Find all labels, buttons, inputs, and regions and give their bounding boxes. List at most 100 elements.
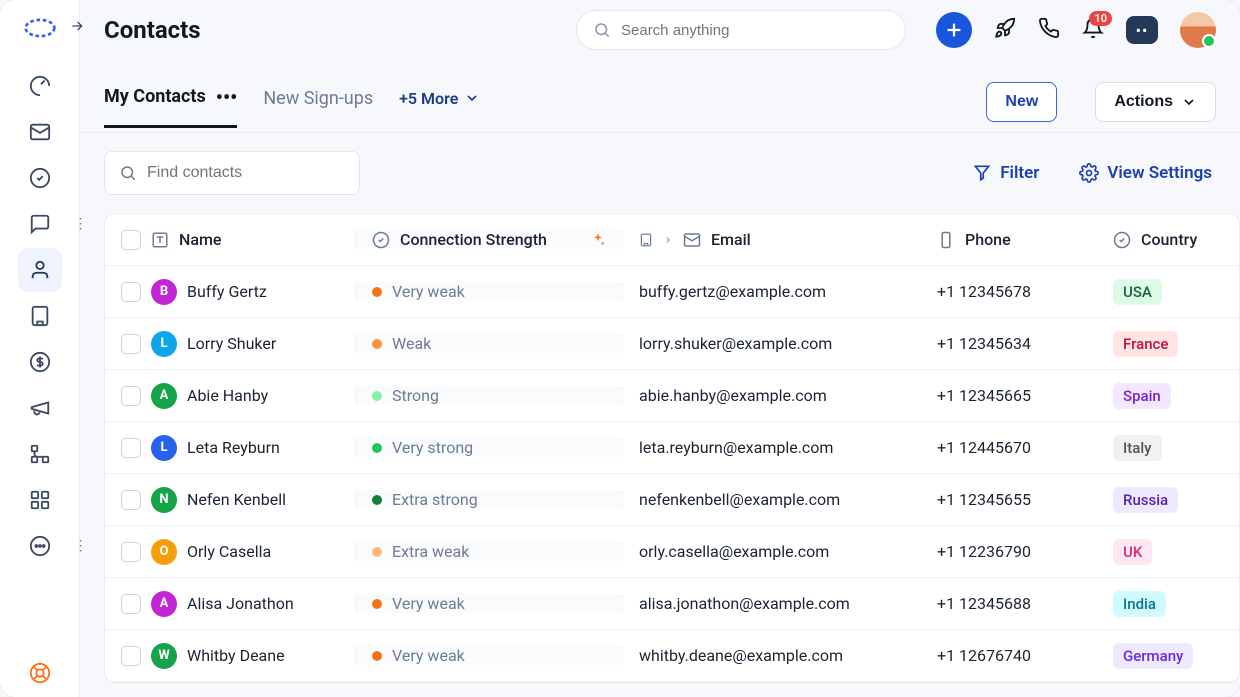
country-badge: Italy [1113,435,1162,461]
cell-name: W Whitby Deane [105,643,355,669]
quick-add-button[interactable] [936,12,972,48]
nav-campaigns[interactable] [18,386,62,430]
table-row[interactable]: O Orly Casella Extra weak orly.casella@e… [105,526,1239,578]
nav-conversations[interactable]: ⋮ [18,202,62,246]
cell-phone: +1 12345634 [921,334,1097,353]
collapse-sidebar-icon[interactable] [69,18,89,38]
table-row[interactable]: L Leta Reyburn Very strong leta.reyburn@… [105,422,1239,474]
find-contacts-box[interactable] [104,151,360,195]
strength-label: Very strong [392,438,473,457]
nav-contacts[interactable] [18,248,62,292]
country-badge: India [1113,591,1166,617]
row-checkbox[interactable] [121,490,141,510]
cell-strength: Extra strong [355,490,623,509]
global-search-input[interactable] [621,22,889,39]
select-all-checkbox[interactable] [121,230,141,250]
cell-strength: Weak [355,334,623,353]
strength-label: Weak [392,334,431,353]
find-contacts-input[interactable] [147,164,354,182]
table-row[interactable]: W Whitby Deane Very weak whitby.deane@ex… [105,630,1239,682]
text-field-icon [151,231,169,249]
checkcircle-icon [1113,231,1131,249]
contact-avatar: L [151,331,177,357]
nav-deals[interactable] [18,340,62,384]
col-strength[interactable]: Connection Strength [355,230,623,249]
col-name[interactable]: Name [105,230,355,250]
col-email[interactable]: Email [623,230,921,249]
cell-name: A Alisa Jonathon [105,591,355,617]
contact-avatar: W [151,643,177,669]
contact-name: Whitby Deane [187,646,285,665]
cell-strength: Very strong [355,438,623,457]
tab-more-label: +5 More [399,89,458,108]
topbar: Contacts 10 •• [80,0,1240,60]
col-phone[interactable]: Phone [921,230,1097,249]
row-checkbox[interactable] [121,594,141,614]
cell-strength: Very weak [355,282,623,301]
contact-name: Abie Hanby [187,386,268,405]
global-search[interactable] [576,10,906,50]
launch-icon[interactable] [994,17,1016,43]
row-checkbox[interactable] [121,334,141,354]
chevron-down-icon [464,90,480,106]
cell-email: orly.casella@example.com [623,542,921,561]
cell-phone: +1 12345688 [921,594,1097,613]
table-toolbar: Filter View Settings [80,133,1240,213]
contact-avatar: O [151,539,177,565]
table-row[interactable]: A Alisa Jonathon Very weak alisa.jonatho… [105,578,1239,630]
nav-apps[interactable] [18,478,62,522]
strength-label: Very weak [392,282,465,301]
contact-avatar: B [151,279,177,305]
table-row[interactable]: N Nefen Kenbell Extra strong nefenkenbel… [105,474,1239,526]
cell-country: Spain [1097,383,1239,409]
tab-menu-icon[interactable]: ••• [216,87,238,107]
cell-country: UK [1097,539,1239,565]
cell-strength: Strong [355,386,623,405]
notifications-button[interactable]: 10 [1082,17,1104,43]
nav-inbox[interactable] [18,110,62,154]
filter-button[interactable]: Filter [972,163,1039,183]
row-checkbox[interactable] [121,542,141,562]
cell-email: buffy.gertz@example.com [623,282,921,301]
nav-dashboard[interactable] [18,64,62,108]
cell-phone: +1 12236790 [921,542,1097,561]
cell-name: L Lorry Shuker [105,331,355,357]
cell-phone: +1 12345678 [921,282,1097,301]
nav-help[interactable] [18,651,62,695]
table-row[interactable]: B Buffy Gertz Very weak buffy.gertz@exam… [105,266,1239,318]
actions-button[interactable]: Actions [1095,82,1216,122]
contact-avatar: A [151,383,177,409]
assistant-button[interactable]: •• [1126,16,1158,44]
user-avatar[interactable] [1180,12,1216,48]
cell-strength: Very weak [355,594,623,613]
nav-tasks[interactable] [18,156,62,200]
tab-new-signups[interactable]: New Sign-ups [263,88,373,127]
strength-dot [372,599,382,609]
row-checkbox[interactable] [121,646,141,666]
cell-name: L Leta Reyburn [105,435,355,461]
col-country[interactable]: Country [1097,230,1239,249]
contact-avatar: L [151,435,177,461]
nav-automations[interactable] [18,432,62,476]
view-settings-button[interactable]: View Settings [1079,163,1212,183]
nav-more[interactable]: ⋮ [18,524,62,568]
sparkle-icon [590,232,606,248]
row-checkbox[interactable] [121,438,141,458]
tab-my-contacts[interactable]: My Contacts ••• [104,86,237,128]
table-row[interactable]: L Lorry Shuker Weak lorry.shuker@example… [105,318,1239,370]
table-row[interactable]: A Abie Hanby Strong abie.hanby@example.c… [105,370,1239,422]
contacts-table: Name Connection Strength Email Phone [104,213,1240,683]
row-checkbox[interactable] [121,282,141,302]
contact-name: Nefen Kenbell [187,490,286,509]
new-button[interactable]: New [986,82,1057,122]
chevron-down-icon [1181,94,1197,110]
app-logo[interactable] [22,14,58,42]
cell-strength: Very weak [355,646,623,665]
country-badge: Spain [1113,383,1171,409]
nav-companies[interactable] [18,294,62,338]
tab-more[interactable]: +5 More [399,89,480,126]
call-icon[interactable] [1038,17,1060,43]
row-checkbox[interactable] [121,386,141,406]
tab-bar: My Contacts ••• New Sign-ups +5 More New… [80,60,1240,133]
actions-label: Actions [1114,93,1173,111]
